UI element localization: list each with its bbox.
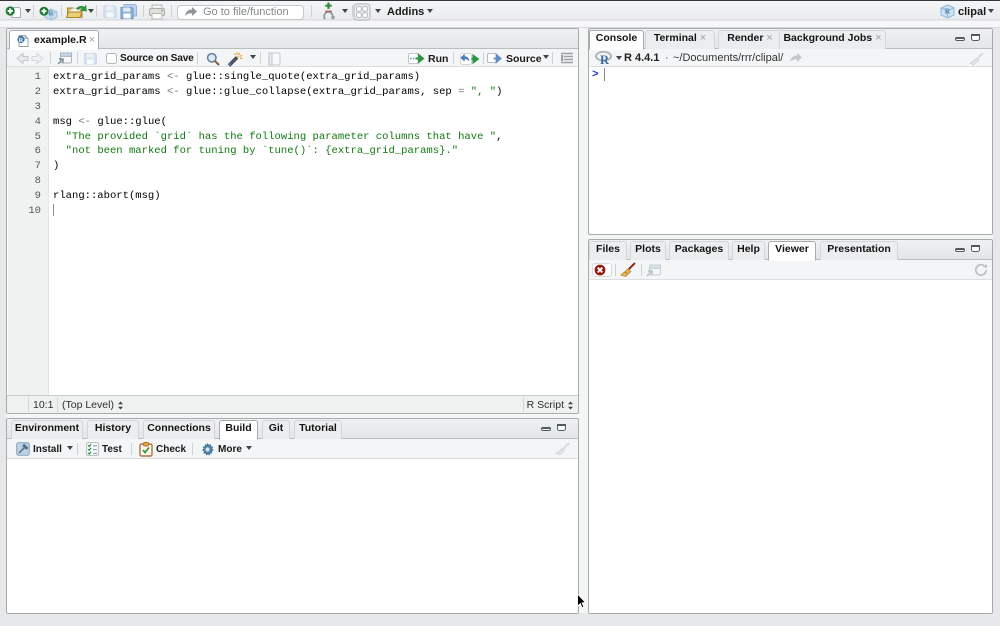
svg-text:R: R — [600, 53, 610, 65]
svg-text:R: R — [19, 37, 24, 44]
svg-text:R: R — [945, 7, 951, 16]
